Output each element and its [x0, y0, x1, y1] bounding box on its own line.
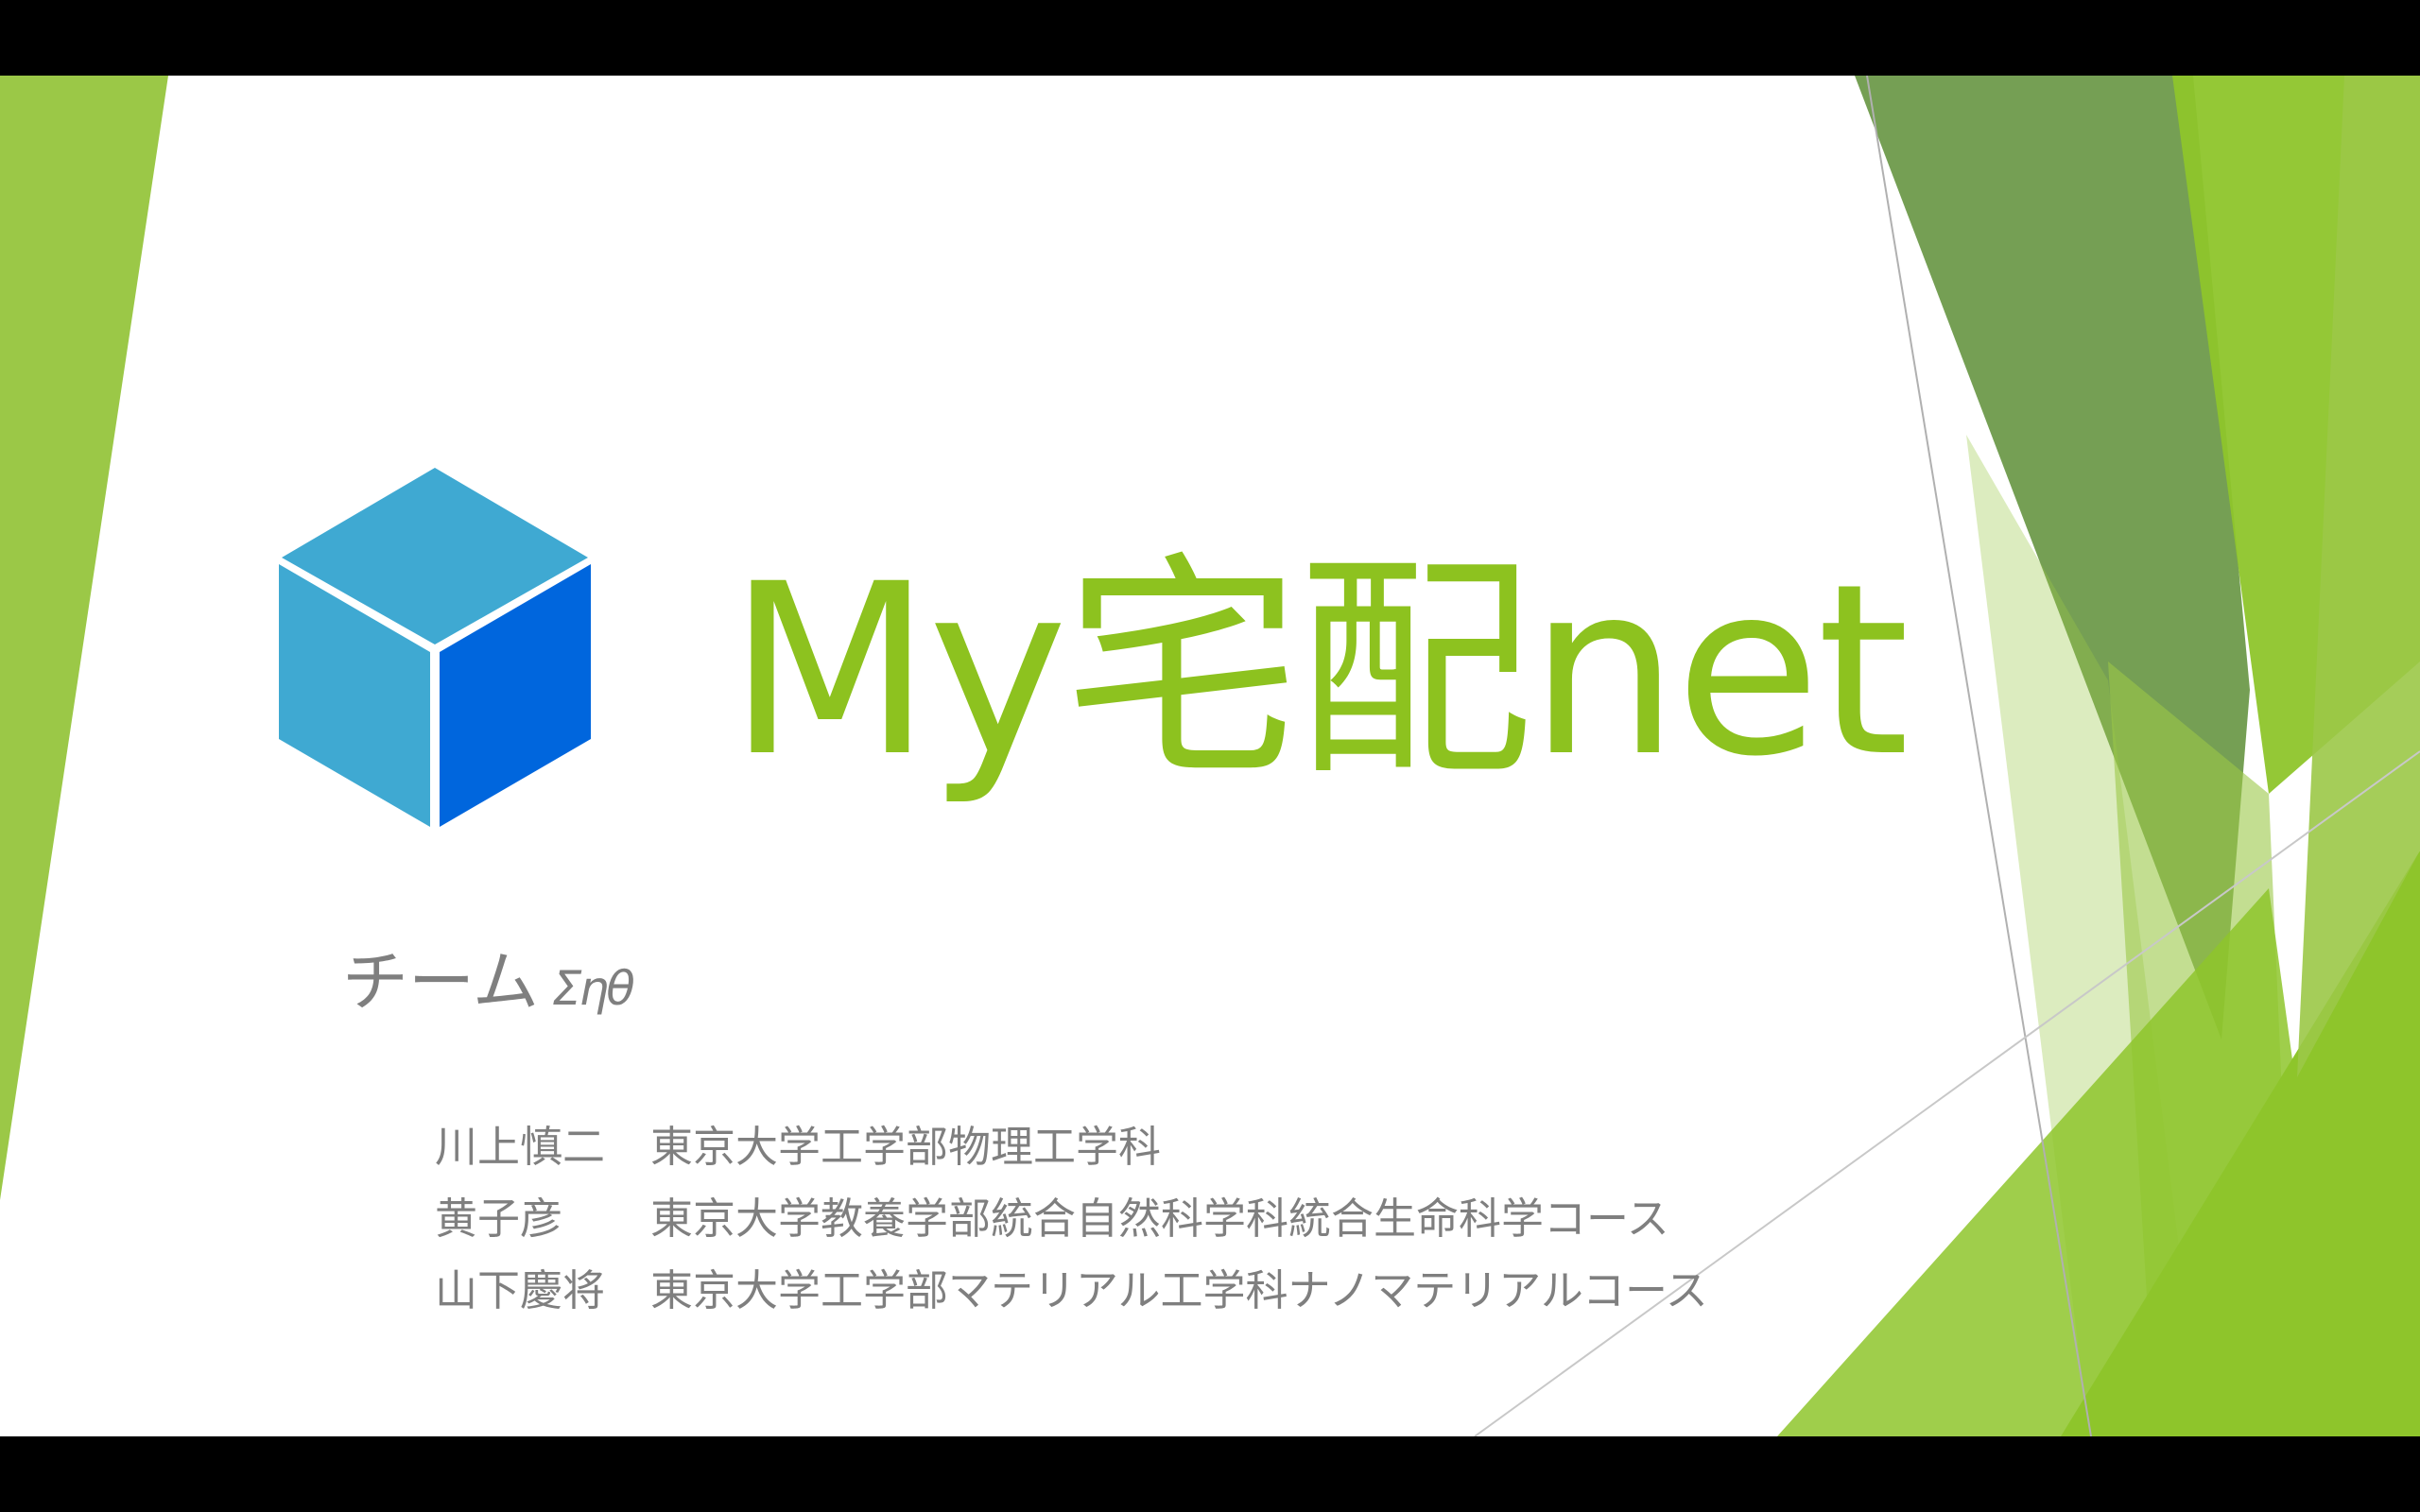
member-name: 黄子彦 — [435, 1194, 563, 1244]
member-item: 黄子彦 東京大学教養学部統合自然科学科統合生命科学コース — [435, 1183, 1708, 1255]
member-name: 山下慶将 — [435, 1265, 606, 1315]
member-item: 山下慶将 東京大学工学部マテリアル工学科ナノマテリアルコース — [435, 1255, 1708, 1327]
member-item: 川上慎二 東京大学工学部物理工学科 — [435, 1111, 1708, 1183]
member-list: 川上慎二 東京大学工学部物理工学科 黄子彦 東京大学教養学部統合自然科学科統合生命科… — [435, 1111, 1708, 1327]
team-label: チーム — [342, 943, 539, 1021]
member-affiliation: 東京大学教養学部統合自然科学科統合生命科学コース — [650, 1194, 1669, 1244]
member-affiliation: 東京大学工学部マテリアル工学科ナノマテリアルコース — [650, 1265, 1708, 1315]
team-heading: チーム Σηθ — [342, 949, 635, 1016]
slide-title: My宅配net — [728, 533, 1910, 808]
title-slide: My宅配net チーム Σηθ 川上慎二 東京大学工学部物理工学科 黄子彦 東京大学教… — [0, 76, 2420, 1436]
screen: My宅配net チーム Σηθ 川上慎二 東京大学工学部物理工学科 黄子彦 東京大学教… — [0, 0, 2420, 1512]
member-affiliation: 東京大学工学部物理工学科 — [650, 1122, 1162, 1172]
member-name: 川上慎二 — [435, 1122, 606, 1172]
team-name: Σηθ — [551, 961, 635, 1016]
left-green-band — [0, 76, 168, 1200]
cube-icon — [279, 468, 591, 827]
